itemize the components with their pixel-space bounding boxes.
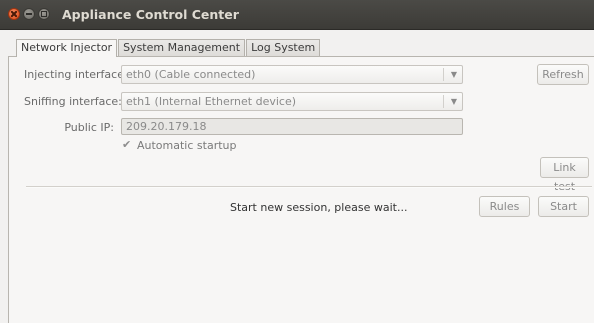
minimize-icon[interactable] xyxy=(23,8,35,20)
public-ip-label: Public IP: xyxy=(64,121,114,134)
link-test-button[interactable]: Link test xyxy=(540,157,589,193)
tab-log-system[interactable]: Log System xyxy=(246,39,321,56)
rules-button[interactable]: Rules xyxy=(479,196,530,217)
sniffing-interface-value: eth1 (Internal Ethernet device) xyxy=(126,95,297,108)
status-text: Start new session, please wait... xyxy=(230,201,408,214)
public-ip-field[interactable]: 209.20.179.18 xyxy=(121,118,463,135)
divider xyxy=(26,186,592,188)
injecting-interface-select[interactable]: eth0 (Cable connected) ▼ xyxy=(121,65,463,84)
tab-network-injector[interactable]: Network Injector xyxy=(16,39,118,57)
title-bar: Appliance Control Center xyxy=(0,0,594,30)
injecting-interface-value: eth0 (Cable connected) xyxy=(126,68,256,81)
chevron-down-icon: ▼ xyxy=(450,70,457,79)
automatic-startup-label[interactable]: Automatic startup xyxy=(137,139,236,152)
maximize-icon[interactable] xyxy=(38,8,50,20)
chevron-down-icon: ▼ xyxy=(450,97,457,106)
injecting-interface-label: Injecting interface: xyxy=(24,68,128,81)
check-icon[interactable]: ✔ xyxy=(122,139,133,150)
close-icon[interactable] xyxy=(8,8,20,20)
sniffing-interface-select[interactable]: eth1 (Internal Ethernet device) ▼ xyxy=(121,92,463,111)
combo-separator xyxy=(443,95,444,108)
refresh-button[interactable]: Refresh xyxy=(537,64,589,85)
start-button[interactable]: Start xyxy=(538,196,589,217)
sniffing-interface-label: Sniffing interface: xyxy=(24,95,122,108)
window-title: Appliance Control Center xyxy=(62,7,239,22)
tab-bar: Network Injector System Management Log S… xyxy=(16,39,321,57)
tab-system-management[interactable]: System Management xyxy=(118,39,246,56)
combo-separator xyxy=(443,68,444,81)
